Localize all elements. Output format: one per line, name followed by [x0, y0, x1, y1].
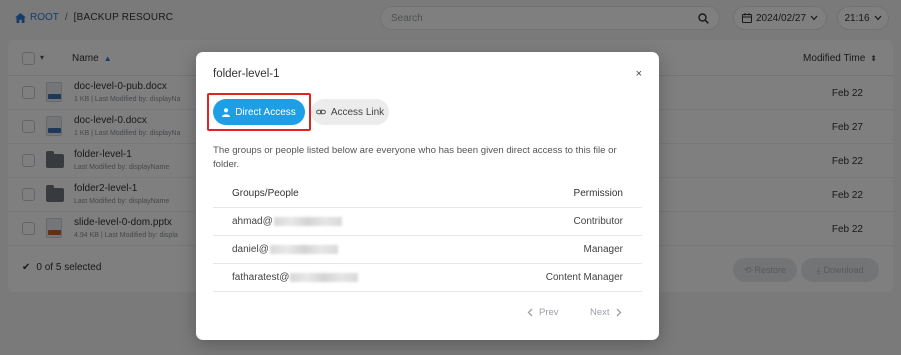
redacted-email [269, 245, 338, 254]
link-icon [315, 109, 326, 115]
prev-label: Prev [539, 307, 559, 318]
permission-level: Manager [583, 244, 623, 255]
permission-row: ahmad@ Contributor [213, 208, 642, 236]
permission-user-name: fatharatest@ [232, 272, 290, 283]
access-description: The groups or people listed below are ev… [213, 145, 617, 170]
pagination: Prev Next [196, 307, 659, 321]
prev-page-button[interactable]: Prev [527, 307, 559, 318]
next-page-button[interactable]: Next [590, 307, 622, 318]
access-tabs: Direct Access Access Link [213, 99, 389, 125]
tab-direct-access-label: Direct Access [235, 106, 296, 118]
permission-user: ahmad@ [232, 216, 342, 227]
permission-level: Content Manager [545, 272, 623, 283]
tab-access-link[interactable]: Access Link [311, 99, 389, 125]
next-label: Next [590, 307, 610, 318]
column-permission: Permission [573, 188, 623, 199]
chevron-left-icon [527, 308, 533, 317]
column-groups-people: Groups/People [232, 188, 299, 199]
redacted-email [273, 217, 342, 226]
chevron-right-icon [616, 308, 621, 317]
tab-direct-access[interactable]: Direct Access [213, 99, 305, 125]
permission-row: daniel@ Manager [213, 236, 642, 264]
close-icon[interactable]: × [636, 69, 642, 80]
redacted-email [290, 273, 359, 282]
tab-access-link-label: Access Link [330, 106, 385, 118]
person-icon [222, 107, 231, 117]
permission-user: daniel@ [232, 244, 338, 255]
dialog-title: folder-level-1 [213, 68, 280, 80]
permission-level: Contributor [573, 216, 623, 227]
permissions-table: Groups/People Permission ahmad@ Contribu… [213, 180, 642, 292]
permission-row: fatharatest@ Content Manager [213, 264, 642, 292]
share-dialog: folder-level-1 × Direct Access Access Li… [196, 52, 659, 340]
permissions-header: Groups/People Permission [213, 180, 642, 208]
permission-user-name: ahmad@ [232, 216, 273, 227]
permission-user: fatharatest@ [232, 272, 359, 283]
permission-user-name: daniel@ [232, 244, 269, 255]
